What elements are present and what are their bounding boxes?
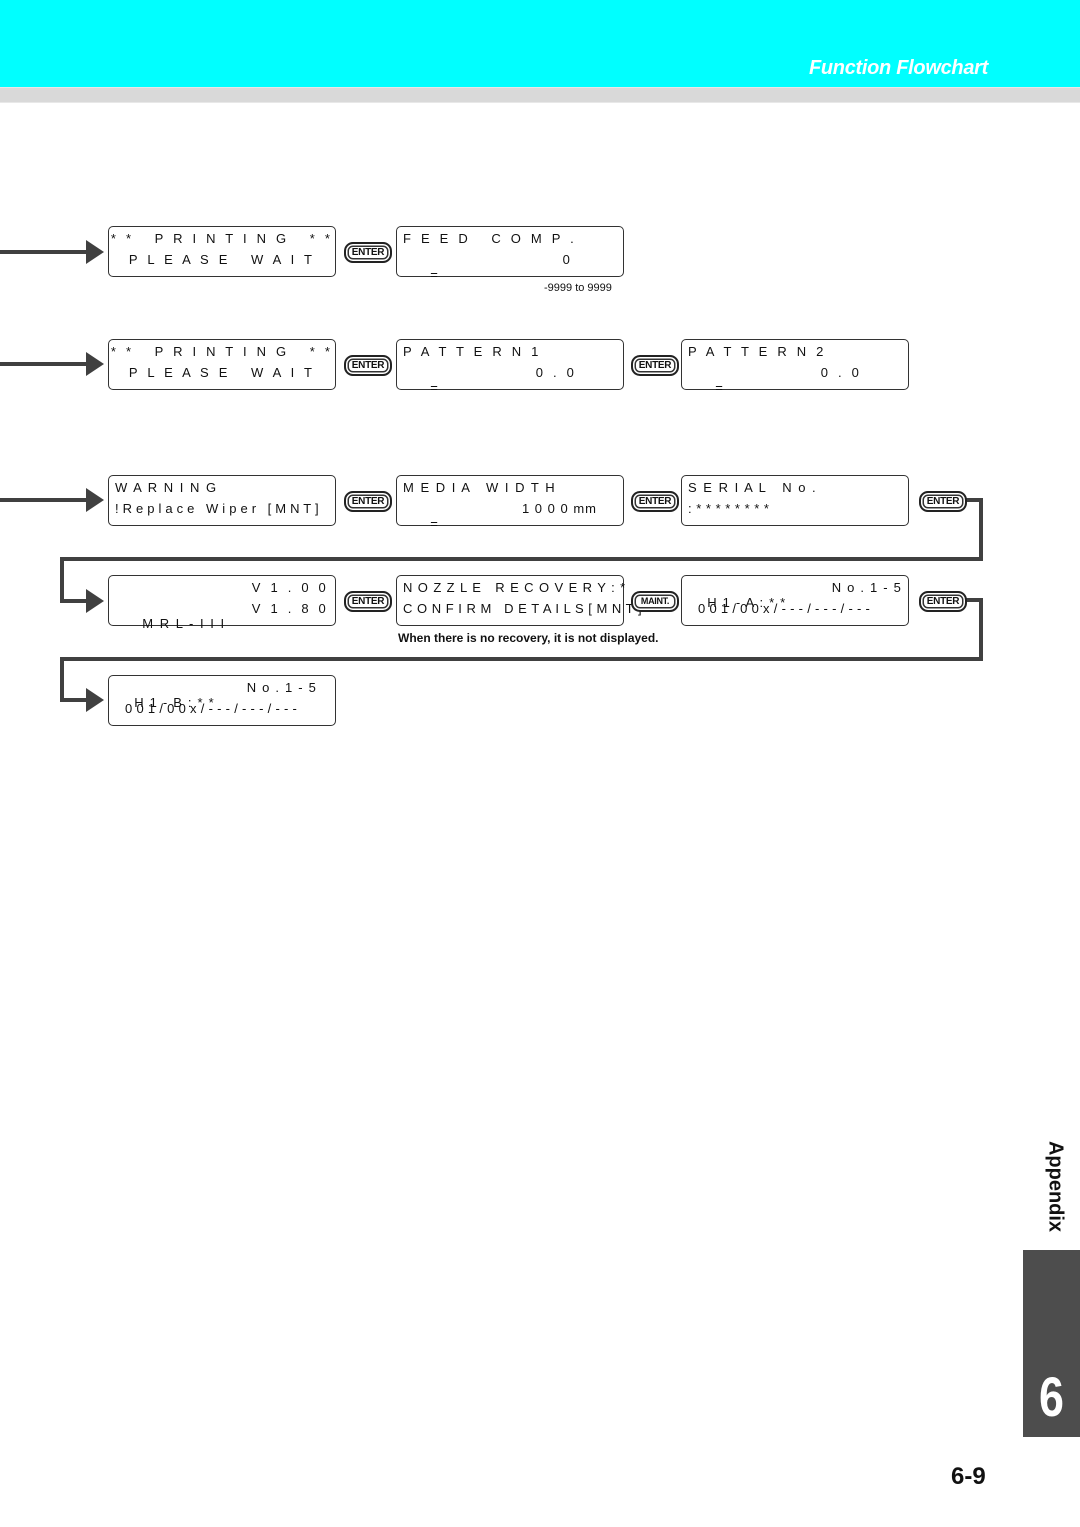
lcd-line: ! R e p l a c e W i p e r [ M N T ] bbox=[115, 501, 319, 516]
firmware-version-value: V 1 . 0 0 bbox=[251, 580, 329, 595]
arrow-head-row4 bbox=[86, 589, 104, 613]
lcd-line: * * P R I N T I N G * * bbox=[110, 231, 334, 246]
lcd-line: * * P R I N T I N G * * bbox=[110, 344, 334, 359]
lcd-line: C O N F I R M D E T A I L S [ M N T ] bbox=[403, 601, 643, 616]
feed-comp-value: 0 bbox=[562, 252, 573, 267]
lcd-pattern1: P A T T E R N 1 = 0 . 0 bbox=[396, 339, 624, 395]
lcd-line: W A R N I N G bbox=[115, 480, 218, 495]
lcd-line: P L E A S E W A I T bbox=[128, 365, 316, 380]
lcd-warning-replace-wiper: W A R N I N G ! R e p l a c e W i p e r … bbox=[108, 475, 336, 526]
lcd-line: N O Z Z L E R E C O V E R Y : * bbox=[403, 580, 627, 595]
lcd-line: = 0 . 0 bbox=[403, 365, 617, 395]
enter-key[interactable]: ENTER bbox=[344, 355, 392, 376]
lcd-printing-please-wait-2: * * P R I N T I N G * * P L E A S E W A … bbox=[108, 339, 336, 390]
lcd-text: = bbox=[715, 380, 727, 395]
lcd-media-width: M E D I A W I D T H = 1 0 0 0 mm bbox=[396, 475, 624, 531]
lcd-text: M R L - I I I bbox=[142, 616, 226, 631]
enter-key[interactable]: ENTER bbox=[631, 491, 679, 512]
lcd-line: = 0 . 0 bbox=[688, 365, 902, 395]
lcd-line: H 1 - B : * * N o . 1 - 5 bbox=[115, 680, 329, 710]
lcd-text: = bbox=[430, 516, 442, 531]
maint-key[interactable]: MAINT. bbox=[631, 591, 679, 612]
appendix-label-text: Appendix bbox=[1044, 1140, 1067, 1233]
enter-key[interactable]: ENTER bbox=[344, 242, 392, 263]
pattern1-value: 0 . 0 bbox=[535, 365, 577, 380]
appendix-side-label: Appendix bbox=[1030, 1135, 1080, 1245]
lcd-line: V 1 . 0 0 bbox=[115, 580, 329, 598]
recovery-note: When there is no recovery, it is not dis… bbox=[398, 631, 659, 645]
lcd-line: P A T T E R N 2 bbox=[688, 344, 827, 359]
lcd-head-h1-a: H 1 - A : * * N o . 1 - 5 0 0 1 / 0 0 x … bbox=[681, 575, 909, 626]
enter-key[interactable]: ENTER bbox=[344, 591, 392, 612]
lcd-text: = bbox=[430, 267, 442, 282]
lcd-line: H 1 - A : * * N o . 1 - 5 bbox=[688, 580, 902, 610]
lcd-line: F E E D C O M P . bbox=[403, 231, 577, 246]
mrl-version-value: V 1 . 8 0 bbox=[251, 601, 329, 616]
lcd-line: P L E A S E W A I T bbox=[128, 252, 316, 267]
media-width-value: 1 0 0 0 mm bbox=[521, 501, 597, 516]
range-note: -9999 to 9999 bbox=[544, 282, 612, 294]
nozzle-range: N o . 1 - 5 bbox=[831, 580, 902, 595]
arrow-head-row1 bbox=[86, 240, 104, 264]
chapter-tab: 6 bbox=[1023, 1250, 1080, 1437]
nozzle-range: N o . 1 - 5 bbox=[246, 680, 317, 695]
enter-key[interactable]: ENTER bbox=[631, 355, 679, 376]
enter-key[interactable]: ENTER bbox=[344, 491, 392, 512]
lcd-line: M E D I A W I D T H bbox=[403, 480, 557, 495]
lcd-pattern2: P A T T E R N 2 = 0 . 0 bbox=[681, 339, 909, 395]
lcd-line: M R L - I I I V 1 . 8 0 bbox=[115, 601, 329, 631]
lcd-line: = 1 0 0 0 mm bbox=[403, 501, 617, 531]
lcd-line: = 0 bbox=[403, 252, 617, 282]
lcd-serial-no: S E R I A L N o . : * * * * * * * * bbox=[681, 475, 909, 526]
lcd-line: 0 0 1 / 0 0 x / - - - / - - - / - - - bbox=[698, 601, 871, 616]
lcd-head-h1-b: H 1 - B : * * N o . 1 - 5 0 0 1 / 0 0 x … bbox=[108, 675, 336, 726]
chapter-number: 6 bbox=[1039, 1365, 1064, 1428]
pattern2-value: 0 . 0 bbox=[820, 365, 862, 380]
lcd-firmware-version: V 1 . 0 0 M R L - I I I V 1 . 8 0 bbox=[108, 575, 336, 631]
enter-key[interactable]: ENTER bbox=[919, 591, 967, 612]
page-number: 6-9 bbox=[951, 1463, 986, 1490]
arrow-head-row5 bbox=[86, 688, 104, 712]
lcd-feed-comp: F E E D C O M P . = 0 bbox=[396, 226, 624, 282]
lcd-line: S E R I A L N o . bbox=[688, 480, 818, 495]
lcd-text: = bbox=[430, 380, 442, 395]
lcd-printing-please-wait-1: * * P R I N T I N G * * P L E A S E W A … bbox=[108, 226, 336, 277]
lcd-line: P A T T E R N 1 bbox=[403, 344, 542, 359]
lcd-line: 0 0 1 / 0 0 x / - - - / - - - / - - - bbox=[125, 701, 298, 716]
lcd-nozzle-recovery: N O Z Z L E R E C O V E R Y : * C O N F … bbox=[396, 575, 643, 626]
arrow-head-row2 bbox=[86, 352, 104, 376]
arrow-head-row3 bbox=[86, 488, 104, 512]
enter-key[interactable]: ENTER bbox=[919, 491, 967, 512]
serial-number-value: : * * * * * * * * bbox=[688, 501, 770, 516]
